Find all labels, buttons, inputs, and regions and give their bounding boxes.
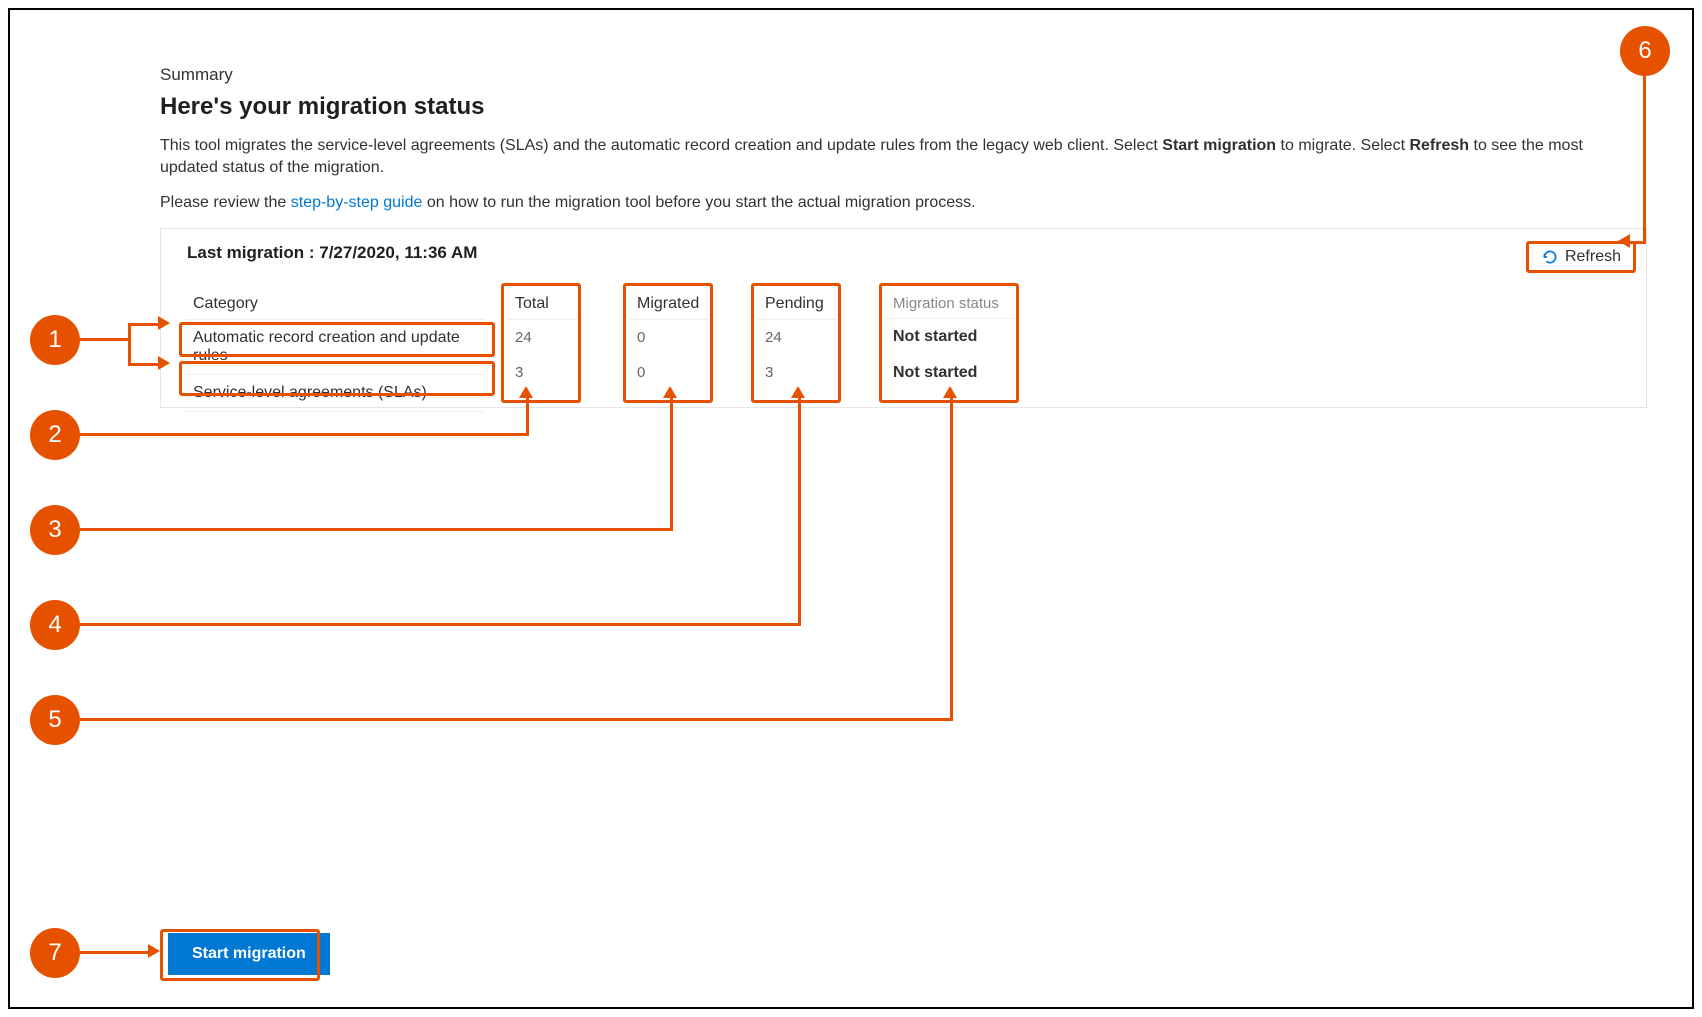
cell-status-0: Not started <box>885 319 1015 355</box>
col-category: Category Automatic record creation and u… <box>185 289 485 412</box>
cell-total-1: 3 <box>507 355 577 390</box>
callout-5-num: 5 <box>48 706 61 734</box>
th-total: Total <box>507 289 577 320</box>
cell-category-0[interactable]: Automatic record creation and update rul… <box>185 320 485 375</box>
col-status: Migration status Not started Not started <box>885 289 1015 391</box>
cell-status-1: Not started <box>885 355 1015 391</box>
callout-1: 1 <box>30 315 80 365</box>
summary-label: Summary <box>160 65 1647 85</box>
desc-pre: This tool migrates the service-level agr… <box>160 137 1162 154</box>
callout-2: 2 <box>30 410 80 460</box>
guide-line: Please review the step-by-step guide on … <box>160 192 1640 214</box>
cell-migrated-0: 0 <box>629 320 709 355</box>
guide-post: on how to run the migration tool before … <box>422 194 975 211</box>
cell-total-0: 24 <box>507 320 577 355</box>
callout-6-num: 6 <box>1638 37 1651 65</box>
th-pending: Pending <box>757 289 837 320</box>
app-frame: Summary Here's your migration status Thi… <box>8 8 1694 1009</box>
desc-mid: to migrate. Select <box>1276 137 1409 154</box>
cell-category-1[interactable]: Service-level agreements (SLAs) <box>185 375 485 412</box>
refresh-button-label: Refresh <box>1565 248 1621 266</box>
callout-4: 4 <box>30 600 80 650</box>
last-migration-label-text: Last migration : <box>187 243 315 262</box>
panel-top-row: Last migration : 7/27/2020, 11:36 AM Ref… <box>161 229 1646 277</box>
callout-6: 6 <box>1620 26 1670 76</box>
callout-5: 5 <box>30 695 80 745</box>
callout-7-num: 7 <box>48 939 61 967</box>
migration-panel: Last migration : 7/27/2020, 11:36 AM Ref… <box>160 228 1647 408</box>
th-migrated: Migrated <box>629 289 709 320</box>
callout-7: 7 <box>30 928 80 978</box>
th-status: Migration status <box>885 289 1015 319</box>
callout-3: 3 <box>30 505 80 555</box>
start-migration-label: Start migration <box>192 945 306 962</box>
desc-bold-refresh: Refresh <box>1409 137 1469 154</box>
last-migration-time: 7/27/2020, 11:36 AM <box>319 243 477 262</box>
refresh-button[interactable]: Refresh <box>1526 241 1636 273</box>
col-migrated: Migrated 0 0 <box>629 289 709 390</box>
last-migration-label: Last migration : 7/27/2020, 11:36 AM <box>181 243 477 263</box>
callout-3-num: 3 <box>48 516 61 544</box>
th-category: Category <box>185 289 485 320</box>
desc-bold-start-migration: Start migration <box>1162 137 1276 154</box>
callout-4-num: 4 <box>48 611 61 639</box>
cell-pending-0: 24 <box>757 320 837 355</box>
refresh-icon <box>1541 248 1559 266</box>
guide-pre: Please review the <box>160 194 291 211</box>
callout-1-num: 1 <box>48 326 61 354</box>
col-total: Total 24 3 <box>507 289 577 390</box>
cell-migrated-1: 0 <box>629 355 709 390</box>
content-area: Summary Here's your migration status Thi… <box>160 65 1647 408</box>
step-by-step-guide-link[interactable]: step-by-step guide <box>291 194 423 211</box>
callout-2-num: 2 <box>48 421 61 449</box>
description-text: This tool migrates the service-level agr… <box>160 135 1640 180</box>
col-pending: Pending 24 3 <box>757 289 837 390</box>
start-migration-button[interactable]: Start migration <box>168 933 330 975</box>
page-title: Here's your migration status <box>160 93 1647 121</box>
cell-pending-1: 3 <box>757 355 837 390</box>
